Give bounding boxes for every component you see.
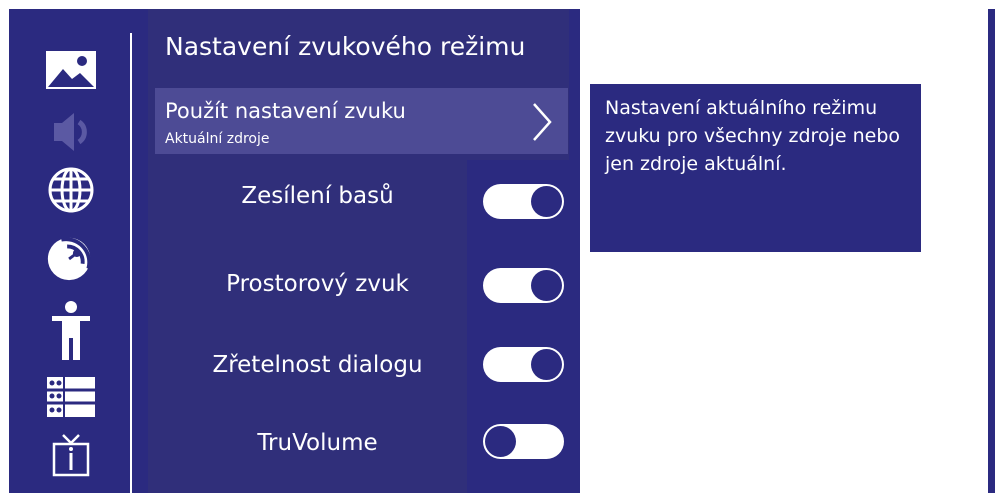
sound-icon[interactable] (44, 105, 98, 159)
nav-row-label: Použít nastavení zvuku (165, 99, 406, 123)
nav-row-sublabel: Aktuální zdroje (165, 131, 270, 147)
info-box: Nastavení aktuálního režimu zvuku pro vš… (590, 84, 921, 252)
page-title: Nastavení zvukového režimu (165, 32, 526, 61)
setting-label-truvolume: TruVolume (257, 430, 378, 456)
surround-sound-toggle[interactable] (483, 268, 564, 303)
toggle-knob (485, 426, 516, 457)
dialog-clarity-toggle[interactable] (483, 347, 564, 382)
toggle-knob (531, 270, 562, 301)
globe-icon[interactable] (44, 163, 98, 217)
satellite-icon[interactable] (44, 230, 98, 284)
chevron-right-icon (533, 103, 552, 141)
sidebar-divider (130, 33, 132, 493)
picture-icon[interactable] (44, 43, 98, 97)
tv-info-icon[interactable] (44, 428, 98, 482)
setting-label-dialog-clarity: Zřetelnost dialogu (212, 352, 423, 378)
toggle-knob (531, 349, 562, 380)
bass-boost-toggle[interactable] (483, 184, 564, 219)
info-text: Nastavení aktuálního režimu zvuku pro vš… (605, 97, 901, 175)
setting-label-bass-boost: Zesílení basů (241, 183, 394, 209)
truvolume-toggle[interactable] (483, 424, 564, 459)
toggle-knob (531, 186, 562, 217)
setting-label-surround-sound: Prostorový zvuk (226, 271, 409, 297)
list-icon[interactable] (44, 370, 98, 424)
apply-sound-settings-row[interactable]: Použít nastavení zvuku Aktuální zdroje (155, 88, 568, 154)
accessibility-icon[interactable] (44, 301, 98, 360)
